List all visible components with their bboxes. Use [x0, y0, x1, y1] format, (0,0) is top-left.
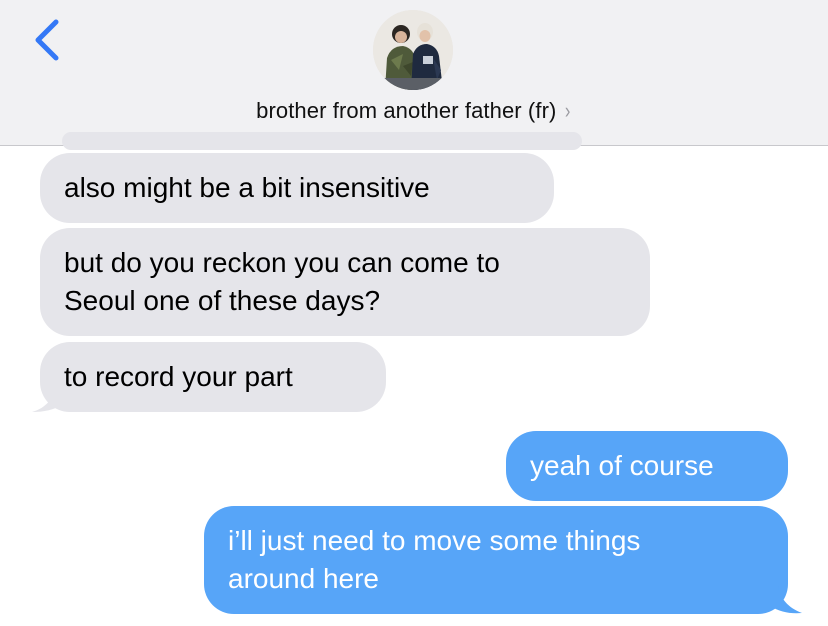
message-bubble-received[interactable]: but do you reckon you can come to Seoul … [40, 228, 650, 336]
message-list[interactable]: also might be a bit insensitive but do y… [0, 132, 828, 626]
message-bubble-sent[interactable]: yeah of course [506, 431, 788, 501]
back-button[interactable] [30, 18, 70, 62]
chevron-left-icon [35, 19, 59, 61]
message-bubble-received[interactable]: also might be a bit insensitive [40, 153, 554, 223]
chevron-right-icon: › [565, 98, 571, 123]
contact-photo [373, 10, 453, 90]
message-bubble-received[interactable]: to record your part [40, 342, 386, 412]
bubble-tail [770, 586, 802, 614]
contact-name-link[interactable]: brother from another father (fr) › [0, 96, 828, 126]
partial-message-bubble [62, 132, 582, 150]
message-bubble-sent[interactable]: i’ll just need to move some things aroun… [204, 506, 788, 614]
conversation-header: brother from another father (fr) › [0, 0, 828, 146]
bubble-tail [32, 386, 64, 412]
contact-name: brother from another father (fr) [256, 98, 557, 123]
avatar[interactable] [373, 10, 453, 90]
